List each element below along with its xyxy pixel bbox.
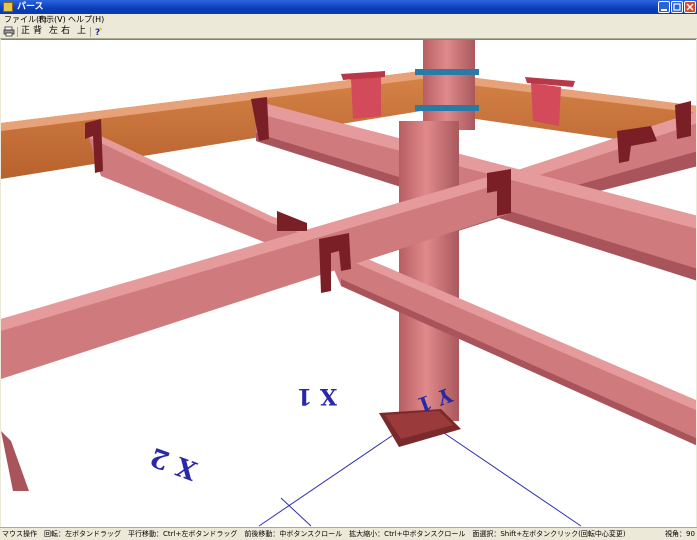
menu-view[interactable]: 表示(V) [36,15,68,25]
structure-scene: X 1 X 2 Y 1 [1,40,696,527]
toolbar: 正 背 左 右 上 ? [0,26,697,39]
minimize-icon [661,9,667,11]
view-back-button[interactable]: 背 [32,26,43,37]
lower-column [399,121,459,421]
help-icon: ? [95,27,102,38]
maximize-icon [673,3,681,11]
menu-help[interactable]: ヘルプ(H) [66,15,106,25]
app-icon [3,2,13,12]
toolbar-separator [90,27,91,37]
left-brace [1,431,29,491]
title-bar[interactable]: パース [0,0,697,14]
close-icon [686,3,694,11]
print-button[interactable] [3,26,15,37]
beam-secondary-left [86,129,301,257]
view-top-button[interactable]: 上 [76,26,87,37]
toolbar-separator [17,27,18,37]
beam-front-right [321,239,696,446]
main-window: パース ファイル(F) 表示(V) ヘルプ(H) 正 背 左 右 上 ? X 1… [0,0,697,540]
help-button[interactable]: ? [92,26,104,38]
status-instructions: マウス操作 回転：左ボタンドラッグ 平行移動：Ctrl+左ボタンドラッグ 前後移… [2,530,626,538]
status-view-angle: 視角：90 [665,530,695,538]
grid-label-x2: X 2 [146,441,201,485]
printer-icon [3,26,15,37]
maximize-button[interactable] [671,1,683,13]
view-right-button[interactable]: 右 [60,26,71,37]
floor-grid-lines [258,430,582,527]
close-button[interactable] [684,1,696,13]
window-title: パース [17,2,44,12]
view-front-button[interactable]: 正 [20,26,31,37]
view-left-button[interactable]: 左 [48,26,59,37]
3d-viewport[interactable]: X 1 X 2 Y 1 [1,39,696,527]
minimize-button[interactable] [658,1,670,13]
grid-label-x1: X 1 [297,383,337,409]
status-bar: マウス操作 回転：左ボタンドラッグ 平行移動：Ctrl+左ボタンドラッグ 前後移… [0,527,697,540]
menu-bar: ファイル(F) 表示(V) ヘルプ(H) [0,14,697,26]
